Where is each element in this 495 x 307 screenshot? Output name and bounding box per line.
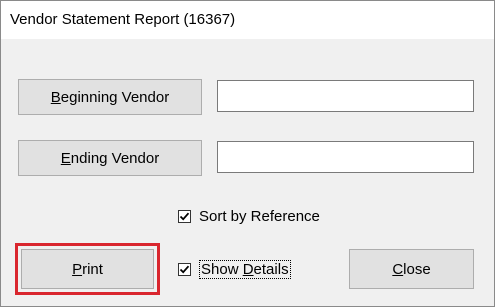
print-button[interactable]: Print (21, 249, 154, 289)
beginning-vendor-button[interactable]: Beginning Vendor (18, 79, 202, 115)
show-details-label-after: etails (253, 261, 289, 278)
ending-vendor-field[interactable] (217, 141, 474, 173)
show-details-checkbox[interactable]: Show Details (178, 260, 291, 279)
beginning-vendor-field[interactable] (217, 80, 474, 112)
vendor-statement-report-dialog: Vendor Statement Report (16367) Beginnin… (0, 0, 495, 307)
beginning-vendor-mnemonic: B (50, 88, 61, 106)
show-details-mnemonic: D (242, 261, 254, 278)
print-mnemonic: P (72, 260, 83, 278)
title-bar: Vendor Statement Report (16367) (1, 1, 494, 39)
ending-vendor-label: nding Vendor (70, 149, 160, 167)
close-mnemonic: C (392, 260, 404, 278)
print-label: rint (82, 260, 103, 278)
show-details-check-icon (178, 263, 191, 276)
close-button[interactable]: Close (349, 249, 474, 289)
show-details-label-before: Show (201, 261, 243, 278)
beginning-vendor-label: eginning Vendor (60, 88, 170, 106)
sort-by-reference-checkbox[interactable]: Sort by Reference (178, 208, 320, 225)
window-title: Vendor Statement Report (16367) (10, 11, 236, 28)
ending-vendor-button[interactable]: Ending Vendor (18, 140, 202, 176)
dialog-body: Beginning Vendor Ending Vendor Sort by R… (1, 39, 494, 306)
sort-by-reference-check-icon (178, 210, 191, 223)
sort-by-reference-label: Sort by Reference (199, 208, 320, 225)
close-label: lose (403, 260, 431, 278)
show-details-label: Show Details (199, 260, 291, 279)
ending-vendor-mnemonic: E (60, 149, 71, 167)
